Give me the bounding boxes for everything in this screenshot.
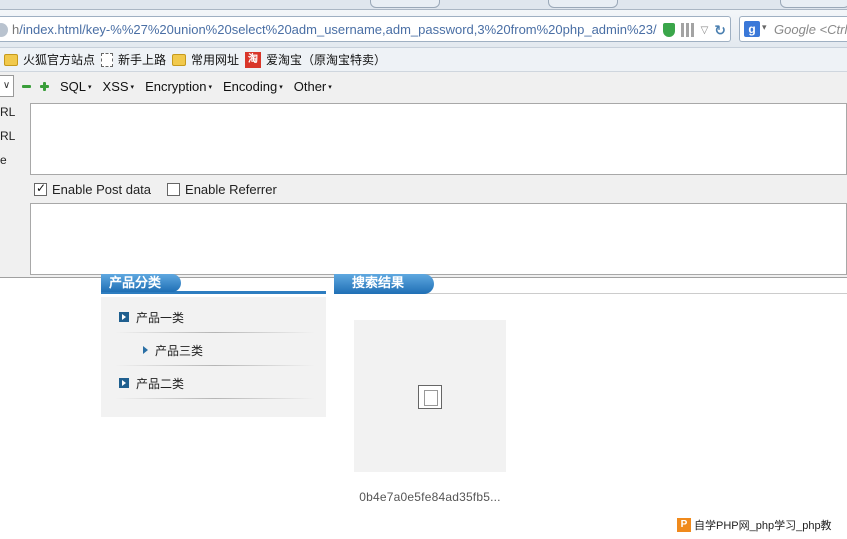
checkbox-label: Enable Post data	[52, 182, 152, 197]
hackbar-side-labels: RL RL e	[0, 104, 15, 176]
category-item[interactable]: 产品一类	[101, 301, 326, 333]
results-header: 搜索结果	[334, 274, 847, 294]
menu-encryption[interactable]: Encryption ▾	[145, 79, 212, 94]
bookmark-label: 常用网址	[191, 53, 240, 67]
bookmark-item[interactable]: 常用网址	[172, 51, 239, 68]
menu-encoding[interactable]: Encoding ▾	[223, 79, 283, 94]
page-content: 产品分类 搜索结果 产品一类 产品三类 产品二类 0b4e7a0e5fe84ad…	[0, 274, 847, 539]
divider	[115, 332, 315, 333]
category-label[interactable]: 产品三类	[155, 342, 203, 359]
browser-tab[interactable]	[548, 0, 618, 8]
menu-xss[interactable]: XSS ▾	[103, 79, 135, 94]
execute-label[interactable]: e	[0, 152, 15, 176]
bullet-square-icon	[119, 312, 129, 322]
category-item[interactable]: 产品三类	[101, 334, 326, 366]
php-logo-icon: P	[677, 518, 691, 532]
menu-sql[interactable]: SQL ▾	[60, 79, 92, 94]
dropdown-arrow-icon[interactable]: ▽	[701, 25, 709, 36]
caret-down-icon: ▾	[88, 84, 92, 92]
category-label[interactable]: 产品一类	[136, 309, 184, 326]
bookmark-label: 新手上路	[118, 53, 167, 67]
search-bar[interactable]: g ▾ Google <Ctrl	[739, 16, 847, 42]
site-identity-icon[interactable]	[0, 23, 8, 37]
hackbar-panel: RL RL e Enable Post data Enable Referrer	[0, 100, 847, 278]
bullet-square-icon	[119, 378, 129, 388]
browser-tab[interactable]	[780, 0, 847, 8]
folder-icon	[4, 53, 18, 66]
menu-other[interactable]: Other ▾	[294, 79, 332, 94]
url-bar-icons: ▽ ↻	[662, 21, 726, 39]
search-placeholder[interactable]: Google <Ctrl	[774, 22, 847, 37]
folder-icon	[172, 53, 187, 66]
caret-down-icon: ▾	[328, 84, 332, 92]
watermark-text: 自学PHP网_php学习_php教	[694, 520, 832, 532]
caret-down-icon: ▾	[279, 84, 283, 92]
category-list: 产品一类 产品三类 产品二类	[101, 297, 326, 417]
url-bar[interactable]: h/index.html/key-%%27%20union%20select%2…	[0, 16, 731, 42]
taobao-icon: 淘	[245, 51, 262, 68]
checkbox-unchecked[interactable]	[167, 183, 181, 196]
load-url-label[interactable]: RL	[0, 104, 15, 128]
checkbox-checked[interactable]	[34, 181, 47, 196]
url-textarea[interactable]	[30, 103, 847, 175]
bookmark-item[interactable]: 淘 爱淘宝（原淘宝特卖）	[245, 51, 386, 68]
bullet-triangle-icon	[143, 346, 148, 354]
enable-referrer-checkbox[interactable]: Enable Referrer	[167, 182, 277, 197]
increase-icon[interactable]	[40, 81, 50, 91]
hackbar-menus: SQL ▾ XSS ▾ Encryption ▾ Encoding ▾ Other ▾	[60, 79, 332, 94]
qr-code-icon[interactable]	[680, 23, 695, 37]
divider	[115, 398, 315, 399]
reload-icon[interactable]: ↻	[714, 22, 726, 39]
product-name[interactable]: 0b4e7a0e5fe84ad35fb5...	[354, 490, 506, 504]
hackbar-options-dropdown[interactable]: ∨	[0, 75, 14, 97]
category-item[interactable]: 产品二类	[101, 367, 326, 399]
category-label[interactable]: 产品二类	[136, 375, 184, 392]
page-icon	[101, 52, 114, 67]
browser-tab[interactable]	[370, 0, 440, 8]
split-url-label[interactable]: RL	[0, 128, 15, 152]
divider	[115, 365, 315, 366]
shield-icon[interactable]	[662, 23, 675, 37]
url-text[interactable]: h/index.html/key-%%27%20union%20select%2…	[12, 22, 657, 37]
hackbar-options: Enable Post data Enable Referrer	[34, 181, 277, 197]
checkbox-label: Enable Referrer	[185, 182, 277, 197]
broken-image-icon	[418, 385, 442, 409]
watermark: P 自学PHP网_php学习_php教	[677, 516, 832, 534]
category-header: 产品分类	[101, 274, 326, 294]
bookmark-label: 爱淘宝（原淘宝特卖）	[266, 53, 387, 67]
product-image[interactable]	[354, 320, 506, 472]
decrease-icon[interactable]	[22, 81, 32, 91]
bookmark-item[interactable]: 火狐官方站点	[4, 51, 95, 68]
post-data-textarea[interactable]	[30, 203, 847, 275]
caret-down-icon: ▾	[208, 84, 212, 92]
results-header-title: 搜索结果	[334, 274, 434, 294]
navigation-bar: h/index.html/key-%%27%20union%20select%2…	[0, 10, 847, 48]
hackbar-toolbar: ∨ SQL ▾ XSS ▾ Encryption ▾ Encoding ▾ Other ▾	[0, 72, 847, 100]
caret-down-icon: ▾	[130, 84, 135, 92]
google-icon[interactable]: g	[744, 21, 760, 37]
bookmark-label: 火狐官方站点	[23, 53, 96, 67]
enable-post-checkbox[interactable]: Enable Post data	[34, 181, 152, 197]
category-header-title: 产品分类	[101, 274, 181, 292]
search-engine-dropdown-icon[interactable]: ▾	[762, 22, 767, 33]
tab-strip	[0, 0, 847, 10]
bookmarks-bar: 火狐官方站点 新手上路 常用网址 淘 爱淘宝（原淘宝特卖）	[0, 48, 847, 72]
bookmark-item[interactable]: 新手上路	[101, 51, 166, 68]
